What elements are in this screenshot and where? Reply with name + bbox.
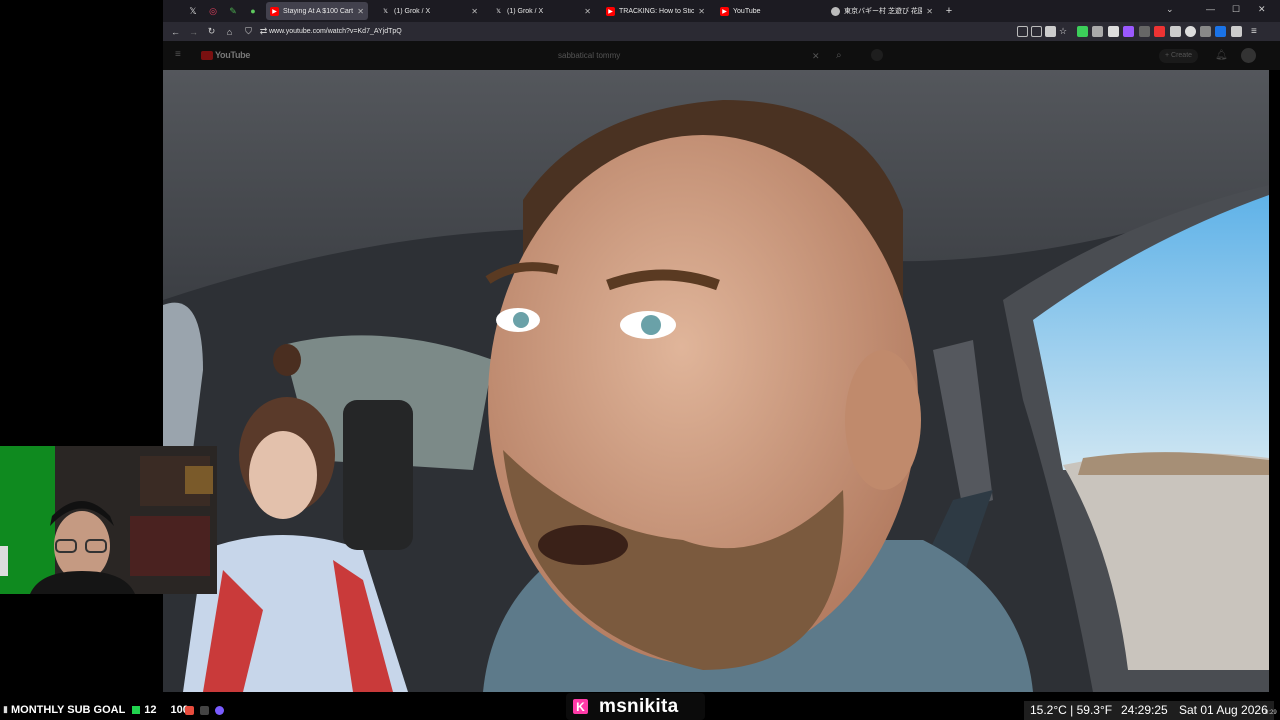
reader-mode-icon[interactable] [1017,26,1028,37]
pinned-instagram-icon[interactable]: ◎ [205,3,221,19]
goal-progress-icon [132,706,141,714]
uptime-readout: 24:29:25 [1115,701,1174,720]
close-tab-icon[interactable]: ✕ [357,7,364,16]
extension-f-icon[interactable] [1185,26,1196,37]
taskbar-app-icon[interactable] [215,706,224,715]
tab-3[interactable]: ▶ TRACKING: How to Stick an IM/ ✕ [602,2,709,20]
youtube-header: ≡ YouTube sabbatical tommy ✕ ⌕ + Create … [163,41,1280,70]
pinned-extension-icon[interactable]: ✎ [225,3,241,19]
extensions-icon[interactable] [1231,26,1242,37]
tab-5[interactable]: 東京バギー村 芝遊び 花園影・ ✕ [827,2,937,20]
streamer-name-badge: K msnikita [566,693,705,720]
tab-0[interactable]: ▶ Staying At A $100 Cartel Re ✕ [266,2,368,20]
youtube-logo-text: YouTube [215,50,251,60]
taskbar-icons [185,706,224,715]
pinned-dot-icon[interactable]: ● [245,3,261,19]
tab-title: TRACKING: How to Stick an IM/ [619,7,695,15]
close-tab-icon[interactable]: ✕ [926,7,933,16]
close-tab-icon[interactable]: ✕ [471,7,478,16]
video-frame [163,70,1269,692]
youtube-logo[interactable]: YouTube [201,50,250,60]
close-tab-icon[interactable]: ✕ [584,7,591,16]
maximize-icon[interactable]: ☐ [1232,4,1240,15]
back-icon[interactable]: ← [169,25,182,38]
tab-title: YouTube [733,7,761,15]
hamburger-icon[interactable]: ≡ [175,49,181,60]
sub-goal-widget: MONTHLY SUB GOAL 12 100 [0,700,189,720]
clear-search-icon[interactable]: ✕ [812,51,820,62]
date-readout: Sat 01 Aug 2026 [1173,701,1274,720]
extension-c-icon[interactable] [1139,26,1150,37]
grid-icon[interactable] [1045,26,1056,37]
video-player[interactable] [163,70,1269,692]
avatar[interactable] [1241,48,1256,63]
navigation-bar: ← → ↻ ⌂ ⛉ ⇄ www.youtube.com/watch?v=Kd7_… [163,22,1280,41]
globe-icon [831,6,840,16]
extension-e-icon[interactable] [1170,26,1181,37]
url-bar[interactable]: www.youtube.com/watch?v=Kd7_AYjdTpQ [269,25,669,38]
search-icon[interactable]: ⌕ [836,50,842,61]
microphone-icon[interactable] [871,49,883,61]
create-button[interactable]: + Create [1159,49,1199,63]
close-tab-icon[interactable]: ✕ [698,7,705,16]
new-tab-button[interactable]: + [941,3,957,19]
tab-2[interactable]: 𝕏 (1) Grok / X ✕ [490,2,595,20]
downloads-icon[interactable] [1077,26,1088,37]
taskbar-app-icon[interactable] [185,706,194,715]
streamer-name: msnikita [599,695,679,717]
search-input[interactable]: sabbatical tommy [558,49,833,63]
goal-label: MONTHLY SUB GOAL [11,704,126,716]
bookmark-star-icon[interactable]: ☆ [1059,26,1070,37]
x-icon: 𝕏 [496,8,501,15]
extension-d-icon[interactable] [1154,26,1165,37]
pinned-x-icon[interactable]: 𝕏 [185,3,201,19]
menu-icon[interactable]: ≡ [1251,26,1262,37]
extension-g-icon[interactable] [1200,26,1211,37]
stream-screen: 𝕏 ◎ ✎ ● ▶ Staying At A $100 Cartel Re ✕ … [0,0,1280,720]
tab-strip: 𝕏 ◎ ✎ ● ▶ Staying At A $100 Cartel Re ✕ … [163,0,1280,22]
youtube-icon: ▶ [606,6,615,16]
extension-h-icon[interactable] [1215,26,1226,37]
close-window-icon[interactable]: ✕ [1258,4,1266,15]
tab-1[interactable]: 𝕏 (1) Grok / X ✕ [377,2,482,20]
tray-clock: 0:29 [1265,710,1277,716]
goal-current: 12 [144,704,157,716]
list-tabs-icon[interactable]: ⌄ [1166,4,1174,15]
kick-logo-icon: K [573,699,588,714]
tab-title: (1) Grok / X [394,7,431,15]
library-icon[interactable] [1092,26,1103,37]
streamer-webcam [0,446,217,594]
reload-icon[interactable]: ↻ [205,25,218,38]
home-icon[interactable]: ⌂ [223,25,236,38]
tab-title: (1) Grok / X [507,7,544,15]
taskbar-app-icon[interactable] [200,706,209,715]
youtube-play-icon [201,50,213,60]
weather-readout: 15.2°C | 59.3°F [1024,701,1119,720]
tab-title: 東京バギー村 芝遊び 花園影・ [844,8,923,15]
tab-title: Staying At A $100 Cartel Re [283,7,354,15]
shield-icon: ⛉ [245,26,252,36]
tab-4[interactable]: ▶ YouTube [716,2,823,20]
youtube-icon: ▶ [270,6,279,16]
browser-window: 𝕏 ◎ ✎ ● ▶ Staying At A $100 Cartel Re ✕ … [163,0,1280,70]
webcam-frame [0,446,217,594]
minimize-icon[interactable]: — [1206,4,1215,14]
extension-b-icon[interactable] [1123,26,1134,37]
notifications-bell-icon[interactable]: 🔔︎ [1215,50,1228,61]
screenshot-icon[interactable] [1031,26,1042,37]
extension-a-icon[interactable] [1108,26,1119,37]
forward-icon[interactable]: → [187,25,200,38]
youtube-icon: ▶ [720,6,729,16]
x-icon: 𝕏 [383,8,388,15]
